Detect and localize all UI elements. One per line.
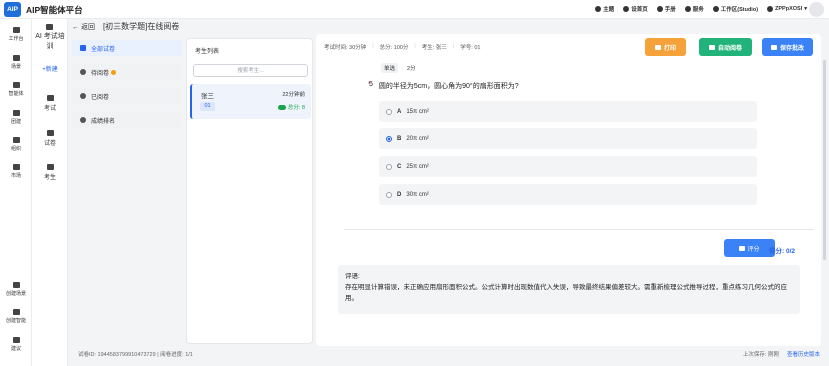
student-search-input[interactable]: 搜索考生... xyxy=(193,64,308,77)
auto-grade-button[interactable]: 自动阅卷 xyxy=(699,38,752,56)
topnav-service[interactable]: 服务 xyxy=(684,5,704,13)
team-icon xyxy=(12,110,20,116)
student-score: 总分: 8 xyxy=(277,103,305,111)
footer-info: 试卷ID: 1944583799910473729 | 阅卷进度: 1/1 xyxy=(78,352,193,358)
market-icon xyxy=(12,164,20,170)
back-button[interactable]: ← 返回 xyxy=(72,22,95,32)
topnav-user[interactable]: ZPPpXOSI ▾ xyxy=(767,5,807,13)
menu-graded[interactable]: 已阅卷 xyxy=(72,88,182,104)
cloud-icon xyxy=(277,104,286,110)
student-list-panel: 考生列表 搜索考生... 张三 22分钟前 01 总分: 8 xyxy=(186,38,313,344)
option-d[interactable]: D 30π cm² xyxy=(379,184,757,205)
new-button[interactable]: +新建 xyxy=(36,64,64,73)
send-icon xyxy=(12,282,20,288)
question-text: 5 圆的半径为5cm，圆心角为90°的扇形面积为? xyxy=(369,81,519,90)
sub-item-paper[interactable]: 试卷 xyxy=(36,126,64,152)
users-icon xyxy=(46,164,54,170)
grading-panel: 考试时间: 30分钟 | 总分: 100分 | 考生: 张三 | 学号: 01 打印 … xyxy=(316,34,821,346)
sub-item-exam[interactable]: 考试 xyxy=(36,91,64,117)
home-icon xyxy=(12,27,20,33)
book-icon xyxy=(656,6,663,12)
left-nav: 工作台 场景 智能体 团建 组织 市场 创建场景 创建智能 建议 xyxy=(0,19,32,366)
comment-label: 评语: xyxy=(345,273,360,280)
service-icon xyxy=(684,6,691,12)
graduation-cap-icon xyxy=(46,24,53,30)
nav-market[interactable]: 市场 xyxy=(0,164,32,179)
grade-button[interactable]: 评分 xyxy=(724,239,775,257)
graduation-cap-icon xyxy=(46,95,54,101)
radio-icon xyxy=(386,108,392,115)
footer-status: 上次保存: 刚刚 查看历史版本 xyxy=(743,350,820,358)
org-icon xyxy=(12,137,20,143)
save-icon xyxy=(770,44,777,50)
user-icon xyxy=(767,6,774,12)
nav-team[interactable]: 团建 xyxy=(0,110,32,125)
save-button[interactable]: 保存批改 xyxy=(762,38,813,56)
app-logo[interactable]: AIP xyxy=(4,2,21,17)
last-saved: 上次保存: 刚刚 xyxy=(742,352,779,358)
page-header: ← 返回 [初三数学题]在线阅卷 xyxy=(72,21,179,32)
scrollbar[interactable] xyxy=(823,60,826,260)
top-nav: 主题 设首页 手册 服务 工作区(Studio) ZPPpXOSI ▾ xyxy=(595,5,807,13)
menu-all-papers[interactable]: 全部试卷 xyxy=(72,40,182,56)
exam-meta: 考试时间: 30分钟 | 总分: 100分 | 考生: 张三 | 学号: 01 xyxy=(324,43,481,51)
workspace-icon xyxy=(712,6,719,12)
student-name: 张三 xyxy=(201,93,214,100)
agent-icon xyxy=(12,82,20,88)
nav-org[interactable]: 组织 xyxy=(0,137,32,152)
history-link[interactable]: 查看历史版本 xyxy=(787,350,820,358)
nav-workbench[interactable]: 工作台 xyxy=(0,27,32,42)
document-icon xyxy=(46,130,54,136)
page-title: [初三数学题]在线阅卷 xyxy=(102,22,180,31)
student-id: 01 xyxy=(200,102,215,111)
chat-icon xyxy=(12,337,20,343)
home-icon xyxy=(623,6,630,12)
top-bar: AIP AIP智能体平台 主题 设首页 手册 服务 工作区(Studio) ZP… xyxy=(0,0,829,19)
print-button[interactable]: 打印 xyxy=(645,38,686,56)
app-title: AIP智能体平台 xyxy=(26,5,83,15)
topnav-home[interactable]: 设首页 xyxy=(623,5,648,13)
chart-icon xyxy=(80,117,86,123)
nav-scene[interactable]: 场景 xyxy=(0,55,32,70)
student-list-title: 考生列表 xyxy=(195,49,220,55)
sub-item-student[interactable]: 考生 xyxy=(36,160,64,186)
theme-icon xyxy=(595,6,602,12)
divider xyxy=(344,229,814,230)
question-type: 单选 xyxy=(381,63,399,73)
menu-ranking[interactable]: 成绩排名 xyxy=(72,112,182,128)
topnav-workspace[interactable]: 工作区(Studio) xyxy=(712,5,758,13)
exam-sidebar-title: AI 考试培训 xyxy=(35,33,65,50)
nav-feedback[interactable]: 建议 xyxy=(0,337,32,352)
option-a[interactable]: A 15π cm² xyxy=(379,101,757,122)
check-circle-icon xyxy=(80,93,86,99)
clock-icon xyxy=(80,69,86,75)
calendar-icon xyxy=(12,55,20,61)
avatar[interactable] xyxy=(809,2,824,17)
cloud-icon xyxy=(708,44,715,50)
list-icon xyxy=(80,45,86,51)
pen-icon xyxy=(12,309,20,315)
radio-icon xyxy=(386,163,392,170)
option-c[interactable]: C 25π cm² xyxy=(379,156,757,177)
exam-sidebar: AI 考试培训 +新建 考试 试卷 考生 xyxy=(32,19,68,366)
printer-icon xyxy=(654,44,661,50)
nav-create-agent[interactable]: 创建智能 xyxy=(0,309,32,324)
menu-pending[interactable]: 待阅卷 xyxy=(72,64,182,80)
option-b[interactable]: B 20π cm² xyxy=(379,128,757,149)
student-time: 22分钟前 xyxy=(282,92,305,98)
radio-selected-icon xyxy=(386,135,392,142)
question-points: 2分 xyxy=(407,66,416,72)
pending-badge xyxy=(111,69,117,75)
comment-box[interactable]: 评语: 存在明显计算错误，未正确应用扇形面积公式。公式计算时出现数值代入失误，导… xyxy=(338,265,800,314)
topnav-manual[interactable]: 手册 xyxy=(656,5,676,13)
student-card[interactable]: 张三 22分钟前 01 总分: 8 xyxy=(190,84,311,119)
status-menu: 全部试卷 待阅卷 已阅卷 成绩排名 xyxy=(72,40,182,136)
nav-agent[interactable]: 智能体 xyxy=(0,82,32,97)
topnav-theme[interactable]: 主题 xyxy=(595,5,614,13)
score-display: 得分: 0/2 xyxy=(769,248,796,255)
pen-icon xyxy=(739,245,746,251)
comment-text: 存在明显计算错误，未正确应用扇形面积公式。公式计算时出现数值代入失误，导致最终结… xyxy=(345,284,787,302)
nav-create-scene[interactable]: 创建场景 xyxy=(0,282,32,297)
radio-icon xyxy=(386,191,392,198)
